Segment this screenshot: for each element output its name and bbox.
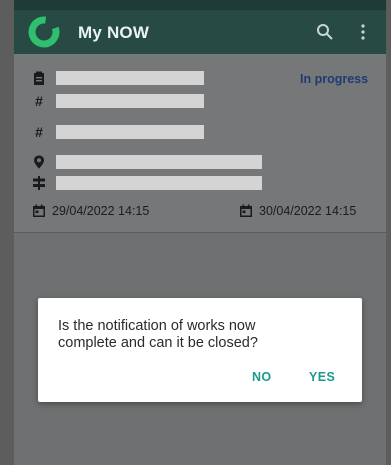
field-row-description [32,71,204,85]
field-row-number: # [32,93,204,109]
field-row-location [32,155,262,169]
field-row-reference: # [32,124,204,140]
redacted-field [56,125,204,139]
no-button[interactable]: NO [252,370,272,384]
hash-icon: # [35,124,43,140]
hash-icon: # [35,93,43,109]
confirm-dialog: Is the notification of works now complet… [38,298,362,402]
notification-card[interactable]: In progress # # 29/04/2022 14:15 30/04/2… [14,54,386,233]
field-row-road [32,176,262,190]
signpost-icon [33,176,45,190]
start-date: 29/04/2022 14:15 [32,204,149,218]
status-bar [14,0,386,10]
redacted-field [56,71,204,85]
end-date-text: 30/04/2022 14:15 [259,204,357,218]
redacted-field [56,155,262,169]
clipboard-icon [34,71,44,85]
app-title: My NOW [78,23,150,42]
redacted-field [56,176,262,190]
end-date: 30/04/2022 14:15 [239,204,356,218]
phone-screen: My NOW In progress # # 29/04/2022 14:15 … [14,0,386,465]
search-icon[interactable] [316,23,334,41]
more-vert-icon[interactable] [360,24,366,40]
location-pin-icon [34,155,44,169]
redacted-field [56,94,204,108]
calendar-icon [240,204,252,217]
calendar-icon [33,204,45,217]
dialog-message: Is the notification of works now complet… [58,318,258,351]
yes-button[interactable]: YES [309,370,335,384]
app-bar: My NOW [14,10,386,54]
status-badge: In progress [300,72,369,86]
start-date-text: 29/04/2022 14:15 [52,204,150,218]
app-logo-icon [28,16,60,48]
